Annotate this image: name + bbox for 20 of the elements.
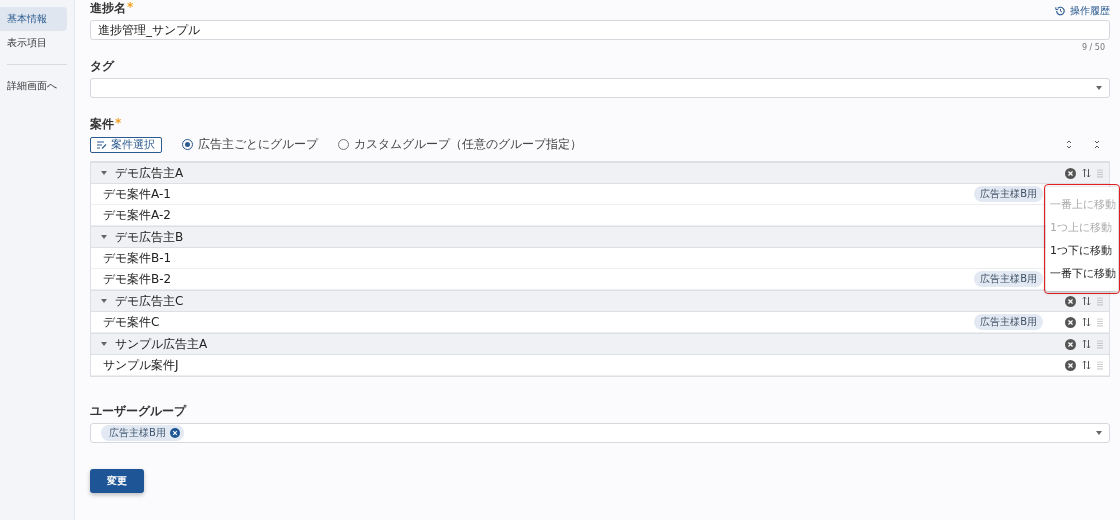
character-counter: 9 / 50 [1081, 43, 1105, 52]
group-name: デモ広告主A [115, 164, 184, 182]
group-tag: 広告主様B用 [974, 186, 1043, 202]
project-name: デモ案件B-1 [103, 249, 172, 267]
group-name: デモ広告主B [115, 228, 184, 246]
project-name: デモ案件A-1 [103, 185, 171, 203]
project-name: デモ案件C [103, 313, 160, 331]
required-mark: * [127, 0, 134, 16]
required-mark: * [115, 116, 122, 132]
group-name: デモ広告主C [115, 292, 184, 310]
project-name: サンプル案件J [103, 356, 179, 374]
group-name: サンプル広告主A [115, 335, 208, 353]
field-label: 案件* [90, 116, 123, 133]
field-label: ユーザーグループ [90, 403, 188, 420]
field-label: タグ [90, 58, 116, 75]
group-tag: 広告主様B用 [974, 271, 1043, 287]
project-name: デモ案件A-2 [103, 206, 171, 224]
group-tag: 広告主様B用 [974, 314, 1043, 330]
project-name: デモ案件B-2 [103, 270, 172, 288]
field-label: 進捗名* [90, 0, 134, 17]
